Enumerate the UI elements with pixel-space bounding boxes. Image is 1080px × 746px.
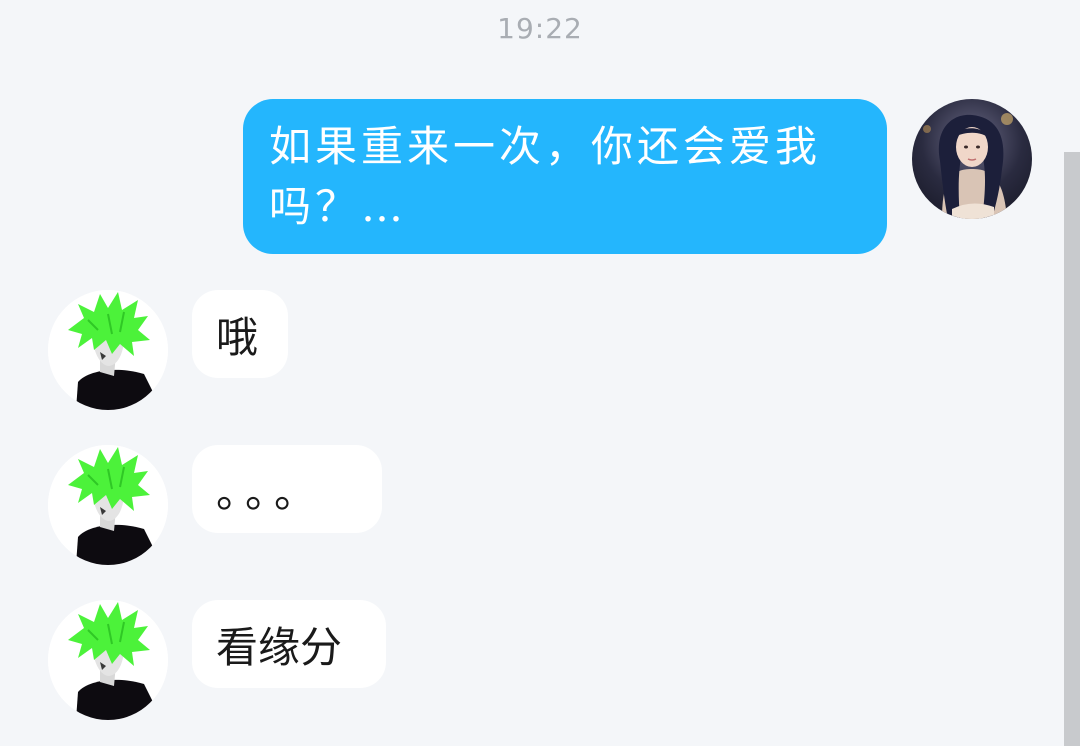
incoming-message-bubble[interactable]: 。。。 <box>192 445 382 533</box>
message-timestamp: 19:22 <box>497 12 583 45</box>
outgoing-message-bubble[interactable]: 如果重来一次，你还会爱我吗？… <box>243 99 887 254</box>
message-text: 如果重来一次，你还会爱我吗？… <box>269 122 822 231</box>
green-hair-boy-avatar-icon[interactable] <box>48 445 168 565</box>
green-hair-boy-avatar-icon[interactable] <box>48 290 168 410</box>
incoming-message-bubble[interactable]: 看缘分 <box>192 600 386 688</box>
message-text: 。。。 <box>216 467 325 517</box>
message-text: 看缘分 <box>216 622 343 672</box>
girl-avatar-icon[interactable] <box>912 99 1032 219</box>
incoming-message-bubble[interactable]: 哦 <box>192 290 288 378</box>
scrollbar[interactable] <box>1064 152 1080 746</box>
message-text: 哦 <box>216 312 259 362</box>
green-hair-boy-avatar-icon[interactable] <box>48 600 168 720</box>
chat-window: 19:22 如果重来一次，你还会爱我吗？… 哦 。。。 看缘分 <box>0 0 1080 746</box>
